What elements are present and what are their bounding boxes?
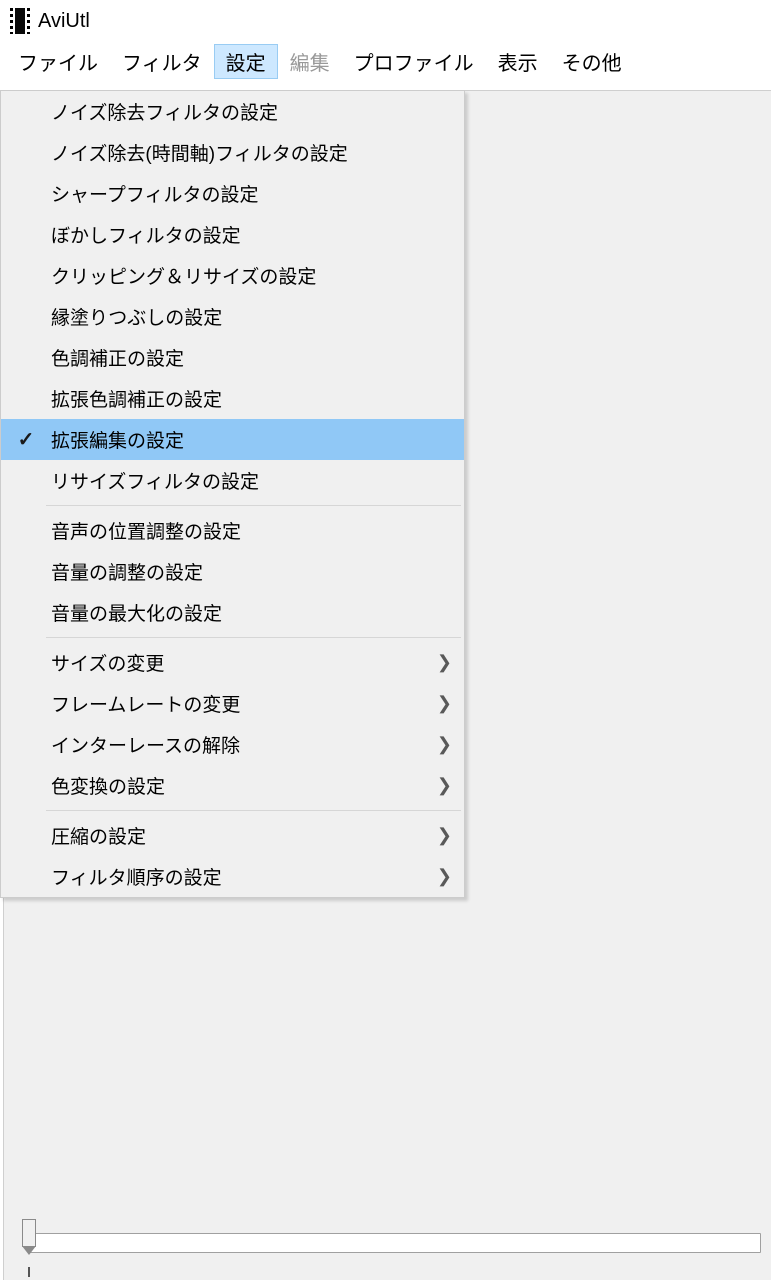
submenu-arrow-icon: ❯ xyxy=(422,775,452,796)
menuitem-label: ノイズ除去フィルタの設定 xyxy=(51,98,422,125)
menuitem-label: 拡張色調補正の設定 xyxy=(51,385,422,412)
menuitem-noise-time-filter[interactable]: ノイズ除去(時間軸)フィルタの設定 xyxy=(1,132,464,173)
app-title: AviUtl xyxy=(38,10,90,33)
check-icon: ✓ xyxy=(18,427,35,452)
submenu-arrow-icon: ❯ xyxy=(422,866,452,887)
menuitem-sharp-filter[interactable]: シャープフィルタの設定 xyxy=(1,173,464,214)
menuitem-border-fill[interactable]: 縁塗りつぶしの設定 xyxy=(1,296,464,337)
submenu-arrow-icon: ❯ xyxy=(422,734,452,755)
menuitem-label: 縁塗りつぶしの設定 xyxy=(51,303,422,330)
menuitem-size-change[interactable]: サイズの変更 ❯ xyxy=(1,642,464,683)
menuitem-label: 色変換の設定 xyxy=(51,772,422,799)
app-icon xyxy=(10,8,30,34)
menuitem-label: フィルタ順序の設定 xyxy=(51,863,422,890)
menuitem-label: フレームレートの変更 xyxy=(51,690,422,717)
menuitem-volume-adjust[interactable]: 音量の調整の設定 xyxy=(1,551,464,592)
submenu-arrow-icon: ❯ xyxy=(422,693,452,714)
menuitem-label: 音声の位置調整の設定 xyxy=(51,517,422,544)
menu-other[interactable]: その他 xyxy=(550,44,634,79)
submenu-arrow-icon: ❯ xyxy=(422,652,452,673)
menuitem-noise-filter[interactable]: ノイズ除去フィルタの設定 xyxy=(1,91,464,132)
menuitem-ext-editing[interactable]: ✓ 拡張編集の設定 xyxy=(1,419,464,460)
submenu-arrow-icon: ❯ xyxy=(422,825,452,846)
menuitem-label: ノイズ除去(時間軸)フィルタの設定 xyxy=(51,139,422,166)
menu-separator xyxy=(46,637,461,638)
menuitem-label: 色調補正の設定 xyxy=(51,344,422,371)
menuitem-volume-max[interactable]: 音量の最大化の設定 xyxy=(1,592,464,633)
menuitem-label: サイズの変更 xyxy=(51,649,422,676)
menuitem-label: 音量の最大化の設定 xyxy=(51,599,422,626)
menubar: ファイル フィルタ 設定 編集 プロファイル 表示 その他 xyxy=(0,40,774,83)
menuitem-color-convert[interactable]: 色変換の設定 ❯ xyxy=(1,765,464,806)
slider-thumb[interactable] xyxy=(22,1219,36,1247)
menu-profile[interactable]: プロファイル xyxy=(342,44,486,79)
menu-filter[interactable]: フィルタ xyxy=(110,44,214,79)
menuitem-label: シャープフィルタの設定 xyxy=(51,180,422,207)
slider-tick xyxy=(28,1267,30,1277)
menu-file[interactable]: ファイル xyxy=(6,44,110,79)
menuitem-blur-filter[interactable]: ぼかしフィルタの設定 xyxy=(1,214,464,255)
menuitem-clip-resize[interactable]: クリッピング＆リサイズの設定 xyxy=(1,255,464,296)
menu-edit[interactable]: 編集 xyxy=(278,44,342,79)
menuitem-filter-order[interactable]: フィルタ順序の設定 ❯ xyxy=(1,856,464,897)
menuitem-audio-position[interactable]: 音声の位置調整の設定 xyxy=(1,510,464,551)
menu-separator xyxy=(46,505,461,506)
menuitem-label: 音量の調整の設定 xyxy=(51,558,422,585)
menuitem-label: 圧縮の設定 xyxy=(51,822,422,849)
menuitem-label: 拡張編集の設定 xyxy=(51,426,422,453)
menuitem-framerate-change[interactable]: フレームレートの変更 ❯ xyxy=(1,683,464,724)
menuitem-label: クリッピング＆リサイズの設定 xyxy=(51,262,422,289)
menuitem-color-correction[interactable]: 色調補正の設定 xyxy=(1,337,464,378)
menu-separator xyxy=(46,810,461,811)
menuitem-deinterlace[interactable]: インターレースの解除 ❯ xyxy=(1,724,464,765)
titlebar: AviUtl xyxy=(0,0,774,40)
settings-dropdown: ノイズ除去フィルタの設定 ノイズ除去(時間軸)フィルタの設定 シャープフィルタの… xyxy=(0,90,465,898)
timeline-slider[interactable] xyxy=(22,1215,761,1255)
menuitem-ext-color-correction[interactable]: 拡張色調補正の設定 xyxy=(1,378,464,419)
slider-track[interactable] xyxy=(28,1233,761,1253)
menuitem-label: ぼかしフィルタの設定 xyxy=(51,221,422,248)
menuitem-compression[interactable]: 圧縮の設定 ❯ xyxy=(1,815,464,856)
menu-view[interactable]: 表示 xyxy=(486,44,550,79)
menuitem-label: インターレースの解除 xyxy=(51,731,422,758)
menuitem-resize-filter[interactable]: リサイズフィルタの設定 xyxy=(1,460,464,501)
menu-settings[interactable]: 設定 xyxy=(214,44,278,79)
menuitem-label: リサイズフィルタの設定 xyxy=(51,467,422,494)
